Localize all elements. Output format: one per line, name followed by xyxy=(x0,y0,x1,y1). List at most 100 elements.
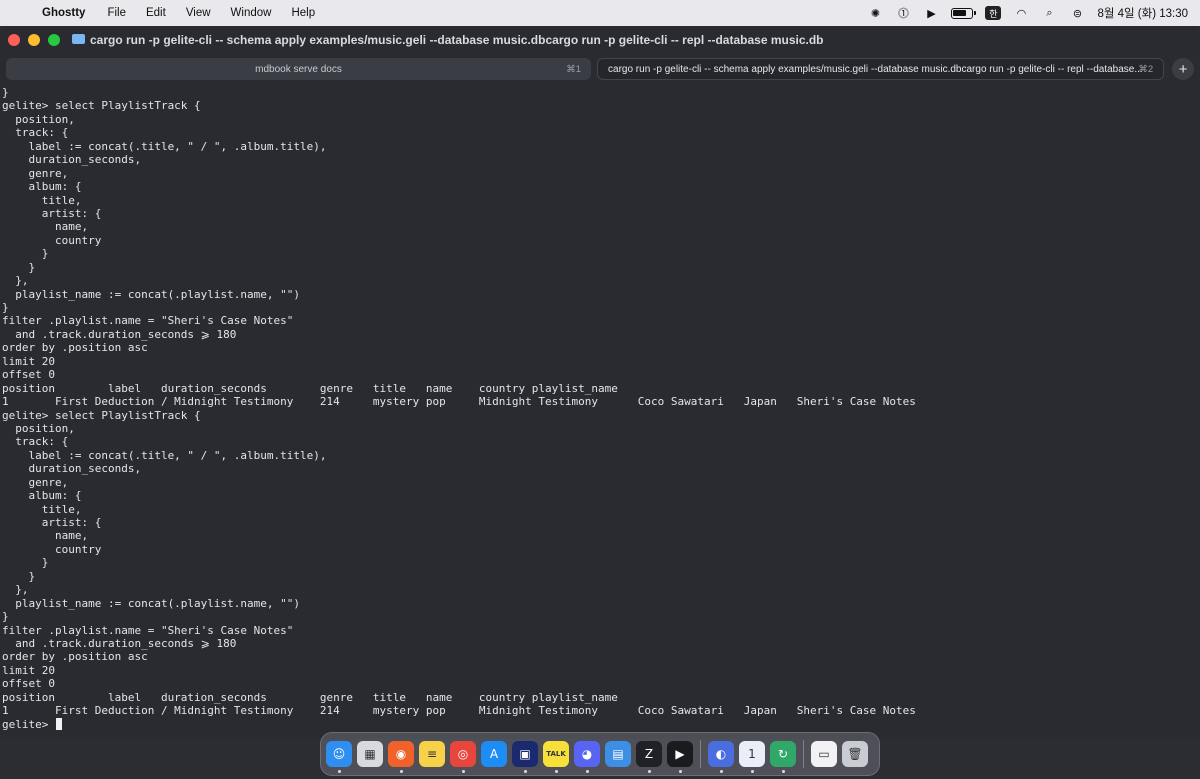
terminal-line: genre, xyxy=(2,475,69,489)
terminal-line: } xyxy=(2,86,9,99)
terminal-line: title, xyxy=(2,502,82,516)
terminal-line: position label duration_seconds genre ti… xyxy=(2,381,618,395)
dock: ☺ ▦ ◉ ≡ ◎ A ▣ TALK ◕ ▤ Z ▶ ◐ 1 ↻ ▭ 🗑 xyxy=(320,732,880,776)
terminal-line: offset 0 xyxy=(2,677,55,691)
zed-icon[interactable]: Z xyxy=(636,741,662,773)
tab-shortcut: ⌘1 xyxy=(566,63,582,75)
notes-icon[interactable]: ≡ xyxy=(419,741,445,767)
title-bar: cargo run -p gelite-cli -- schema apply … xyxy=(0,26,1200,54)
launchpad-icon[interactable]: ▦ xyxy=(357,741,383,767)
firefox-icon[interactable]: ◉ xyxy=(388,741,414,773)
terminal-line: } xyxy=(2,556,49,570)
tab-bar: mdbook serve docs ⌘1 cargo run -p gelite… xyxy=(0,54,1200,84)
terminal-line: playlist_name := concat(.playlist.name, … xyxy=(2,287,301,301)
terminal-line: title, xyxy=(2,193,82,207)
finder-icon[interactable]: ☺ xyxy=(326,741,352,773)
terminal-line: track: { xyxy=(2,435,69,449)
wifi-icon[interactable]: ◠ xyxy=(1013,5,1029,21)
terminal-window: cargo run -p gelite-cli -- schema apply … xyxy=(0,26,1200,739)
chrome-icon[interactable]: ◎ xyxy=(450,741,476,773)
terminal-line: } xyxy=(2,301,9,314)
terminal-line: filter .playlist.name = "Sheri's Case No… xyxy=(2,314,294,328)
terminal-line: limit 20 xyxy=(2,354,55,368)
terminal-line: } xyxy=(2,569,36,583)
terminal-line: name, xyxy=(2,220,89,234)
downloads-stack-icon[interactable]: ▭ xyxy=(811,741,837,767)
terminal-line: duration_seconds, xyxy=(2,462,142,476)
terminal-line: position label duration_seconds genre ti… xyxy=(2,690,618,704)
terminal-line: artist: { xyxy=(2,516,102,529)
terminal-line: gelite> select PlaylistTrack { xyxy=(2,99,201,113)
status-area: ✺ ⓵ ▶ 한 ◠ ⌕ ⊜ 8월 4일 (화) 13:30 xyxy=(867,5,1200,21)
tab-mdbook[interactable]: mdbook serve docs ⌘1 xyxy=(6,58,592,80)
menu-help[interactable]: Help xyxy=(281,7,325,19)
dock-separator xyxy=(803,740,804,768)
window-title: cargo run -p gelite-cli -- schema apply … xyxy=(90,33,824,47)
trash-icon[interactable]: 🗑 xyxy=(842,741,868,767)
terminal-line: label := concat(.title, " / ", .album.ti… xyxy=(2,139,327,153)
1password-icon[interactable]: 1 xyxy=(739,741,765,773)
dock-separator xyxy=(700,740,701,768)
terminal-line: } xyxy=(2,260,36,274)
menu-view[interactable]: View xyxy=(176,7,221,19)
terminal-line: 1 First Deduction / Midnight Testimony 2… xyxy=(2,395,916,409)
terminal-line: 1 First Deduction / Midnight Testimony 2… xyxy=(2,704,916,718)
input-source-icon[interactable]: 한 xyxy=(985,6,1002,20)
terminal-line: duration_seconds, xyxy=(2,153,142,167)
terminal-line: artist: { xyxy=(2,206,102,220)
ghostty-icon[interactable]: ▶ xyxy=(667,741,693,773)
terminal-line: genre, xyxy=(2,166,69,180)
kakaotalk-icon[interactable]: TALK xyxy=(543,741,569,773)
terminal-line: name, xyxy=(2,529,89,543)
terminal-line: limit 20 xyxy=(2,663,55,677)
terminal-line: } xyxy=(2,610,9,624)
prompt-line[interactable]: gelite> xyxy=(2,718,1200,731)
tab-label: mdbook serve docs xyxy=(255,63,342,75)
terminal-line: album: { xyxy=(2,489,82,503)
play-icon[interactable]: ▶ xyxy=(923,5,939,21)
terminal-line: order by .position asc xyxy=(2,650,148,664)
tab-shortcut: ⌘2 xyxy=(1138,63,1154,75)
terminal-line: }, xyxy=(2,274,29,288)
folder-icon xyxy=(72,34,85,44)
menu-bar: Ghostty File Edit View Window Help ✺ ⓵ ▶… xyxy=(0,0,1200,26)
files-icon[interactable]: ▤ xyxy=(605,741,631,767)
terminal-cursor xyxy=(55,718,63,731)
menu-edit[interactable]: Edit xyxy=(136,7,176,19)
discord-icon[interactable]: ◕ xyxy=(574,741,600,773)
tab-label: cargo run -p gelite-cli -- schema apply … xyxy=(608,63,1143,75)
terminal-line: playlist_name := concat(.playlist.name, … xyxy=(2,596,301,610)
terminal-line: } xyxy=(2,247,49,261)
menu-file[interactable]: File xyxy=(97,7,136,19)
menu-window[interactable]: Window xyxy=(221,7,282,19)
terminal-line: album: { xyxy=(2,180,82,194)
terminal-line: and .track.duration_seconds ⩾ 180 xyxy=(2,327,237,341)
preview-icon[interactable]: ◐ xyxy=(708,741,734,773)
terminal-line: offset 0 xyxy=(2,368,55,382)
new-tab-button[interactable]: + xyxy=(1172,58,1195,80)
prompt-text: gelite> xyxy=(2,717,55,731)
terminal-line: order by .position asc xyxy=(2,341,148,355)
chatgpt-icon[interactable]: ✺ xyxy=(867,5,883,21)
tab-cargo-run[interactable]: cargo run -p gelite-cli -- schema apply … xyxy=(597,58,1165,80)
menubar-clock[interactable]: 8월 4일 (화) 13:30 xyxy=(1097,5,1188,21)
app-store-icon[interactable]: A xyxy=(481,741,507,767)
terminal-line: country xyxy=(2,233,102,247)
minimize-window-button[interactable] xyxy=(28,34,40,46)
search-icon[interactable]: ⌕ xyxy=(1041,5,1057,21)
sync-icon[interactable]: ↻ xyxy=(770,741,796,773)
terminal-line: position, xyxy=(2,112,75,126)
battery-icon[interactable] xyxy=(951,7,977,19)
app-menu[interactable]: Ghostty xyxy=(34,7,97,19)
terminal-line: country xyxy=(2,542,102,556)
terminal-line: position, xyxy=(2,421,75,435)
control-center-icon[interactable]: ⊜ xyxy=(1069,5,1085,21)
terminal-output[interactable]: } gelite> select PlaylistTrack { position… xyxy=(0,86,1200,739)
terminal-line: }, xyxy=(2,583,29,597)
close-window-button[interactable] xyxy=(8,34,20,46)
1password-menu-icon[interactable]: ⓵ xyxy=(895,5,911,21)
terminal-line: and .track.duration_seconds ⩾ 180 xyxy=(2,636,237,650)
terminal-line: gelite> select PlaylistTrack { xyxy=(2,408,201,422)
zoom-window-button[interactable] xyxy=(48,34,60,46)
toolbox-icon[interactable]: ▣ xyxy=(512,741,538,773)
